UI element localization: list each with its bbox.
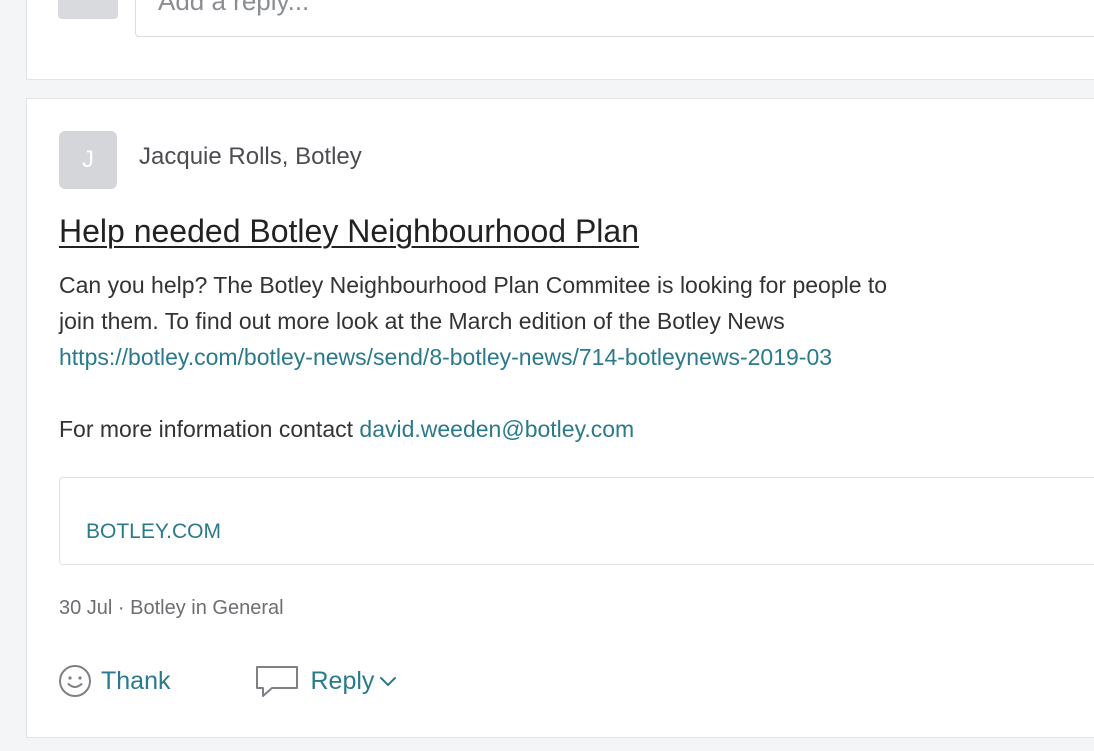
link-preview-domain: BOTLEY.COM [86,520,221,543]
contact-prefix: For more information contact [59,416,360,442]
avatar-initial: J [82,146,94,173]
contact-email-link[interactable]: david.weeden@botley.com [359,416,634,442]
chevron-down-icon[interactable] [378,674,398,688]
previous-post-card: Add a reply... [26,0,1094,80]
reply-button[interactable]: Reply [254,663,408,699]
post-actions: Thank Reply [57,659,408,703]
body-link[interactable]: https://botley.com/botley-news/send/8-bo… [59,344,832,370]
body-line: join them. To find out more look at the … [59,308,785,334]
post-author[interactable]: Jacquie Rolls, Botley [139,143,362,171]
body-line: Can you help? The Botley Neighbourhood P… [59,272,888,298]
speech-bubble-icon [256,666,299,697]
link-preview-card[interactable]: BOTLEY.COM [59,477,1094,565]
contact-line: For more information contact david.weede… [59,411,1089,447]
reply-input[interactable]: Add a reply... [135,0,1094,37]
post-card: J Jacquie Rolls, Botley Help needed Botl… [26,98,1094,738]
page: Add a reply... J Jacquie Rolls, Botley H… [0,0,1094,751]
reply-placeholder: Add a reply... [158,0,310,16]
reply-avatar [58,0,118,19]
thank-label: Thank [101,666,171,695]
smiley-face-icon [59,665,91,697]
thank-button[interactable]: Thank [57,663,170,699]
reply-label: Reply [310,666,375,695]
author-avatar[interactable]: J [59,131,117,189]
post-meta: 30 Jul · Botley in General [59,597,284,619]
post-body: Can you help? The Botley Neighbourhood P… [59,267,1089,447]
post-title[interactable]: Help needed Botley Neighbourhood Plan [59,213,639,250]
